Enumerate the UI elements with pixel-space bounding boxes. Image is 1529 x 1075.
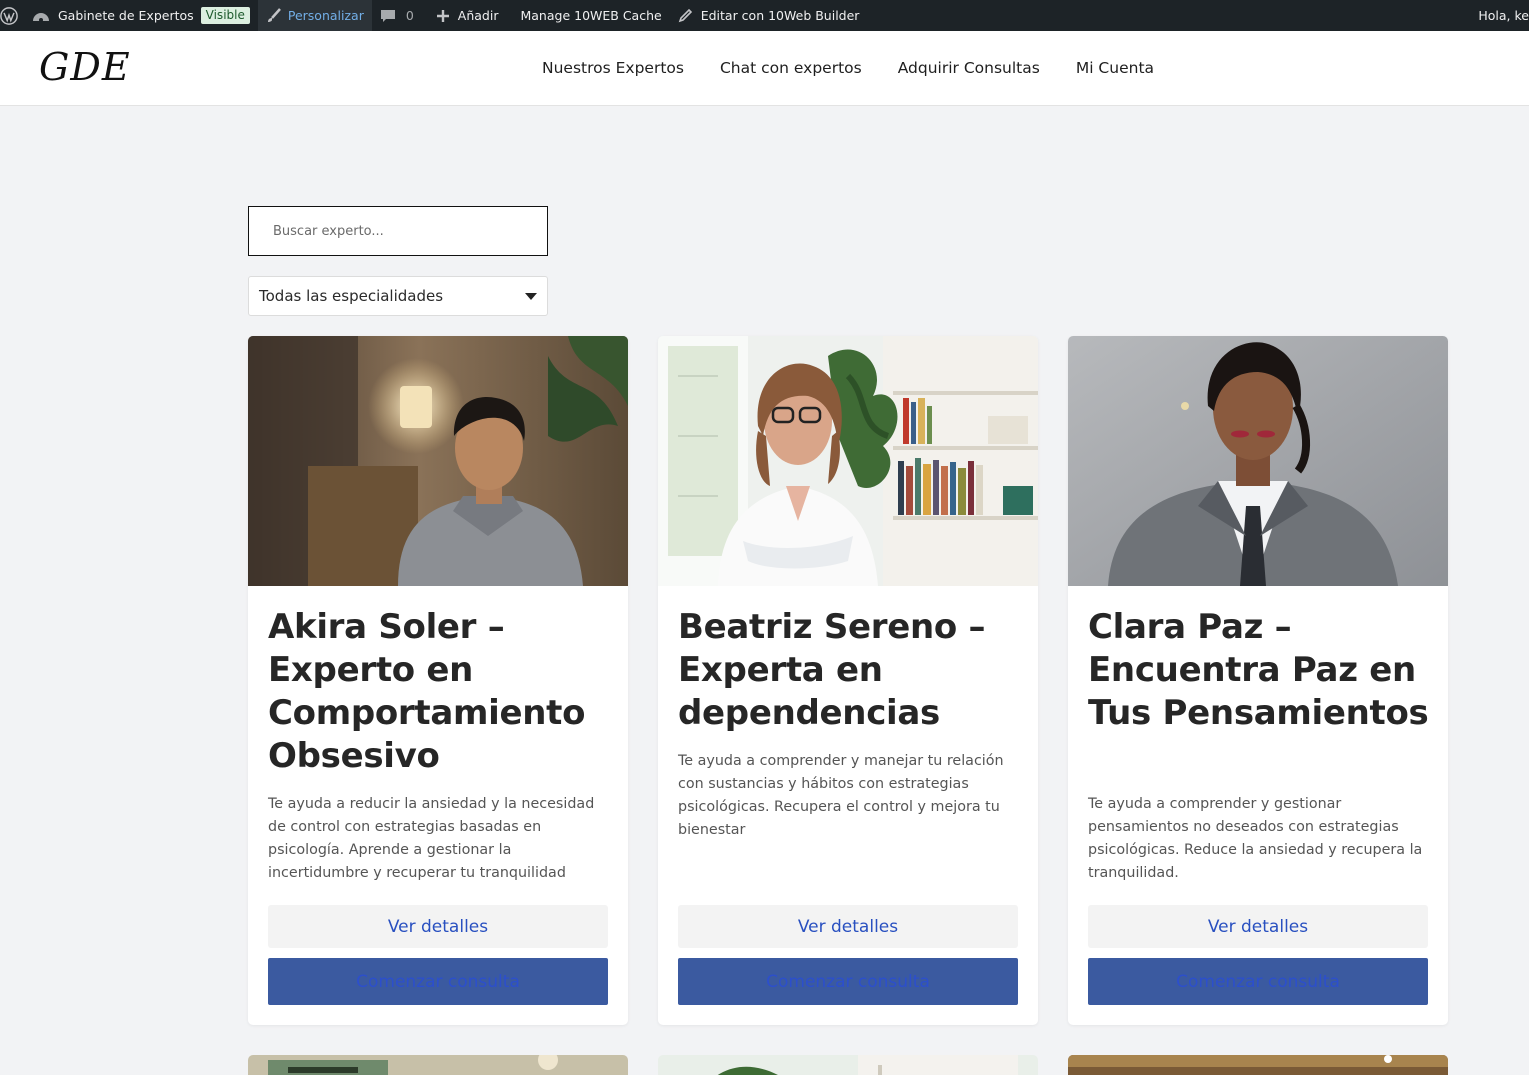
view-details-button[interactable]: Ver detalles bbox=[268, 905, 608, 948]
start-consultation-button[interactable]: Comenzar consulta bbox=[268, 958, 608, 1005]
start-consultation-button[interactable]: Comenzar consulta bbox=[1088, 958, 1428, 1005]
expert-card: Beatriz Sereno – Experta en dependencias… bbox=[658, 336, 1038, 1025]
expert-photo[interactable] bbox=[1068, 1055, 1448, 1075]
dashboard-icon bbox=[32, 9, 50, 23]
nav-item-adquirir-consultas[interactable]: Adquirir Consultas bbox=[898, 59, 1040, 77]
nav-item-nuestros-expertos[interactable]: Nuestros Expertos bbox=[542, 59, 684, 77]
main-nav: Nuestros Expertos Chat con expertos Adqu… bbox=[542, 31, 1190, 105]
customize-label: Personalizar bbox=[287, 8, 364, 23]
builder-link[interactable]: Editar con 10Web Builder bbox=[670, 0, 868, 31]
chevron-down-icon bbox=[525, 293, 537, 300]
view-details-button[interactable]: Ver detalles bbox=[678, 905, 1018, 948]
builder-label: Editar con 10Web Builder bbox=[700, 8, 860, 23]
comments-link[interactable]: 0 bbox=[372, 0, 422, 31]
admin-site-name[interactable]: Gabinete de Expertos Visible bbox=[24, 0, 258, 31]
account-greeting[interactable]: Hola, ke bbox=[1478, 0, 1529, 31]
wordpress-logo-icon[interactable] bbox=[0, 0, 24, 31]
expert-photo[interactable] bbox=[248, 336, 628, 586]
cache-link[interactable]: Manage 10WEB Cache bbox=[512, 0, 669, 31]
expert-photo[interactable] bbox=[658, 336, 1038, 586]
cache-label: Manage 10WEB Cache bbox=[520, 8, 662, 23]
specialty-select[interactable]: Todas las especialidades bbox=[248, 276, 548, 316]
expert-description: Te ayuda a reducir la ansiedad y la nece… bbox=[268, 796, 595, 881]
comment-icon bbox=[380, 8, 396, 24]
add-new-label: Añadir bbox=[457, 8, 499, 23]
customize-link[interactable]: Personalizar bbox=[257, 0, 372, 31]
expert-card: Clara Paz – Encuentra Paz en Tus Pensami… bbox=[1068, 336, 1448, 1025]
specialty-selected-value: Todas las especialidades bbox=[259, 287, 444, 305]
pencil-icon bbox=[678, 8, 693, 23]
expert-photo[interactable] bbox=[248, 1055, 628, 1075]
expert-title[interactable]: Beatriz Sereno – Experta en dependencias bbox=[678, 606, 1023, 735]
expert-title[interactable]: Akira Soler – Experto en Comportamiento … bbox=[268, 606, 613, 778]
brush-icon bbox=[266, 7, 282, 24]
site-header: GDE Nuestros Expertos Chat con expertos … bbox=[0, 31, 1529, 106]
plus-icon bbox=[436, 9, 450, 23]
admin-bar: Gabinete de Expertos Visible Personaliza… bbox=[0, 0, 1529, 31]
greeting-label: Hola, ke bbox=[1478, 8, 1529, 23]
view-details-button[interactable]: Ver detalles bbox=[1088, 905, 1428, 948]
expert-title[interactable]: Clara Paz – Encuentra Paz en Tus Pensami… bbox=[1088, 606, 1433, 735]
site-name-label: Gabinete de Expertos bbox=[58, 8, 194, 23]
add-new-link[interactable]: Añadir bbox=[428, 0, 507, 31]
nav-item-mi-cuenta[interactable]: Mi Cuenta bbox=[1076, 59, 1154, 77]
expert-photo[interactable] bbox=[658, 1055, 1038, 1075]
expert-photo[interactable] bbox=[1068, 336, 1448, 586]
visibility-badge: Visible bbox=[200, 7, 250, 24]
comments-count: 0 bbox=[405, 8, 414, 23]
expert-card: Akira Soler – Experto en Comportamiento … bbox=[248, 336, 628, 1025]
expert-description: Te ayuda a comprender y gestionar pensam… bbox=[1088, 796, 1423, 881]
expert-search-input[interactable] bbox=[248, 206, 548, 256]
nav-item-chat-con-expertos[interactable]: Chat con expertos bbox=[720, 59, 862, 77]
site-logo[interactable]: GDE bbox=[39, 45, 131, 89]
start-consultation-button[interactable]: Comenzar consulta bbox=[678, 958, 1018, 1005]
expert-description: Te ayuda a comprender y manejar tu relac… bbox=[678, 753, 1004, 838]
